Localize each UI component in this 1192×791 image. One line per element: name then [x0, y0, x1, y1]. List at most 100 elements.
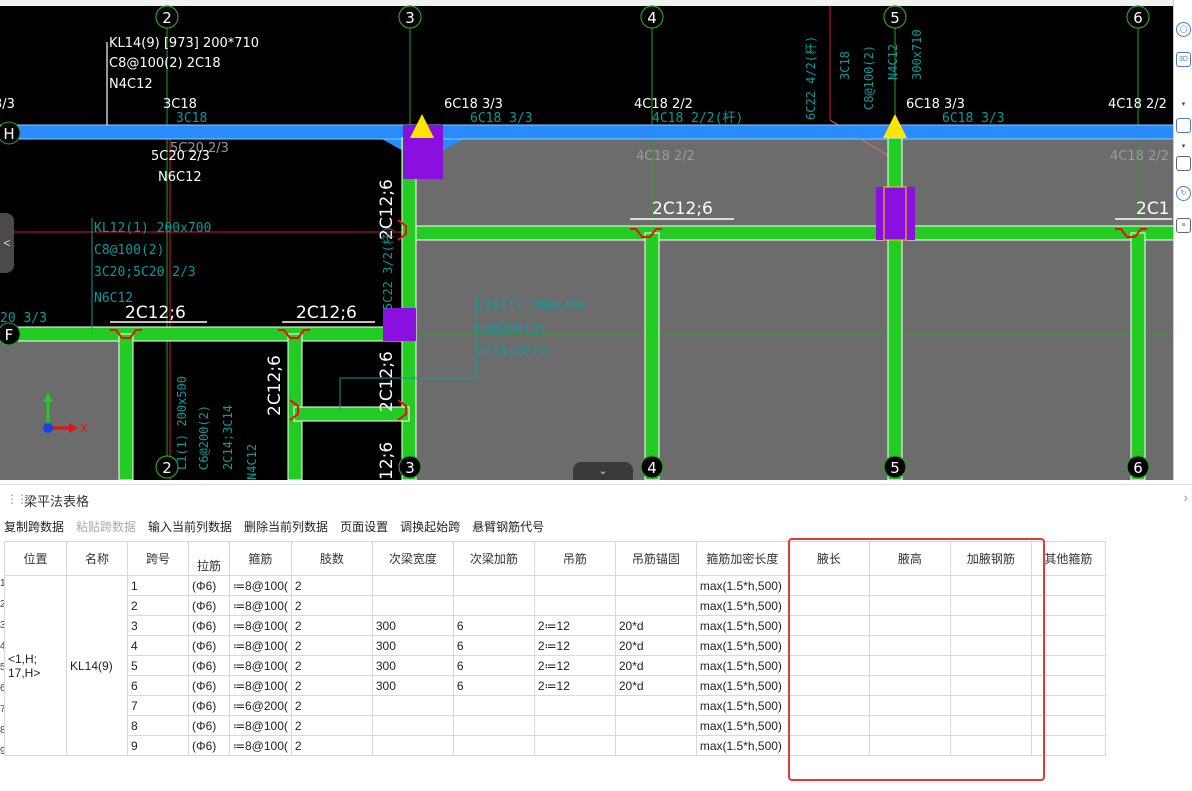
col-header-span[interactable]: 跨号 — [127, 541, 189, 576]
cell-stirrup[interactable]: ≔6@200( — [229, 695, 292, 716]
cell-tie[interactable]: (Φ6) — [188, 675, 230, 696]
cell-hanger[interactable]: 2≔12 — [533, 675, 616, 696]
cell-legs[interactable]: 2 — [290, 575, 373, 596]
chevron-right-icon[interactable]: › — [1184, 490, 1188, 505]
cell-dense[interactable]: max(1.5*h,500) — [695, 635, 789, 656]
cell-hanger[interactable]: 2≔12 — [533, 615, 616, 636]
cell-dense[interactable]: max(1.5*h,500) — [695, 615, 789, 636]
cell-other[interactable] — [1030, 655, 1106, 676]
cantilever-code-button[interactable]: 悬臂钢筋代号 — [472, 516, 544, 538]
cell-haunch-h[interactable] — [868, 635, 951, 656]
col-header-sec-width[interactable]: 次梁宽度 — [371, 541, 454, 576]
drag-handle-icon[interactable]: ⋮⋮ — [6, 492, 28, 506]
cell-tie[interactable]: (Φ6) — [188, 695, 230, 716]
cell-other[interactable] — [1030, 715, 1106, 736]
cell-position[interactable]: <1,H; 17,H> — [4, 575, 67, 756]
cell-haunch-bar[interactable] — [949, 715, 1032, 736]
cell-haunch-bar[interactable] — [949, 635, 1032, 656]
cell-tie[interactable]: (Φ6) — [188, 735, 230, 756]
cell-haunch-len[interactable] — [787, 715, 870, 736]
cell-legs[interactable]: 2 — [290, 615, 373, 636]
cell-dense[interactable]: max(1.5*h,500) — [695, 675, 789, 696]
col-header-haunch-length[interactable]: 腋长 — [787, 541, 870, 576]
cell-span[interactable]: 2 — [127, 595, 189, 616]
cell-hanger[interactable] — [533, 575, 616, 596]
cell-sec-width[interactable]: 300 — [371, 635, 454, 656]
cell-hanger[interactable] — [533, 735, 616, 756]
cell-dense[interactable]: max(1.5*h,500) — [695, 715, 789, 736]
cell-haunch-len[interactable] — [787, 675, 870, 696]
cell-sec-add[interactable]: 6 — [452, 655, 535, 676]
col-header-haunch-bar[interactable]: 加腋钢筋 — [949, 541, 1032, 576]
cell-dense[interactable]: max(1.5*h,500) — [695, 655, 789, 676]
cell-haunch-h[interactable] — [868, 575, 951, 596]
cell-tie[interactable]: (Φ6) — [188, 635, 230, 656]
cell-sec-width[interactable] — [371, 595, 454, 616]
cell-other[interactable] — [1030, 675, 1106, 696]
cell-haunch-h[interactable] — [868, 615, 951, 636]
cell-haunch-len[interactable] — [787, 615, 870, 636]
cell-span[interactable]: 7 — [127, 695, 189, 716]
box-icon[interactable] — [1176, 118, 1191, 133]
cell-sec-add[interactable] — [452, 695, 535, 716]
rotate-icon[interactable]: ↻ — [1176, 186, 1191, 201]
copy-span-data-button[interactable]: 复制跨数据 — [4, 516, 64, 538]
col-header-dense-length[interactable]: 箍筋加密长度 — [695, 541, 789, 576]
paste-span-data-button[interactable]: 粘贴跨数据 — [76, 516, 136, 538]
col-header-legs[interactable]: 肢数 — [290, 541, 373, 576]
cell-sec-add[interactable] — [452, 735, 535, 756]
3d-icon[interactable]: 3D — [1176, 52, 1191, 67]
col-header-hanger[interactable]: 吊筋 — [533, 541, 616, 576]
cell-other[interactable] — [1030, 695, 1106, 716]
cell-hanger-anchor[interactable]: 20*d — [614, 675, 697, 696]
cell-legs[interactable]: 2 — [290, 675, 373, 696]
cell-haunch-bar[interactable] — [949, 735, 1032, 756]
cell-haunch-h[interactable] — [868, 675, 951, 696]
col-header-haunch-height[interactable]: 腋高 — [868, 541, 951, 576]
cell-hanger-anchor[interactable] — [614, 695, 697, 716]
cell-sec-add[interactable] — [452, 715, 535, 736]
cell-tie[interactable]: (Φ6) — [188, 655, 230, 676]
cad-drawing[interactable]: 2 3 4 5 6 2 3 4 5 6 H F KL14(9) [973] 20… — [0, 0, 1192, 480]
left-panel-toggle[interactable]: < — [0, 213, 14, 273]
cell-sec-width[interactable] — [371, 695, 454, 716]
cell-hanger[interactable]: 2≔12 — [533, 635, 616, 656]
col-header-position[interactable]: 位置 — [4, 541, 67, 576]
cell-sec-add[interactable] — [452, 575, 535, 596]
cell-stirrup[interactable]: ≔8@100( — [229, 715, 292, 736]
cell-stirrup[interactable]: ≔8@100( — [229, 635, 292, 656]
cell-hanger-anchor[interactable] — [614, 575, 697, 596]
cell-span[interactable]: 8 — [127, 715, 189, 736]
cell-other[interactable] — [1030, 735, 1106, 756]
cell-span[interactable]: 1 — [127, 575, 189, 596]
col-header-other[interactable]: 其他箍筋 — [1030, 541, 1106, 576]
cell-stirrup[interactable]: ≔8@100( — [229, 595, 292, 616]
col-header-name[interactable]: 名称 — [66, 541, 128, 576]
list-icon[interactable]: ≡ — [1176, 218, 1191, 233]
cell-haunch-h[interactable] — [868, 695, 951, 716]
cell-dense[interactable]: max(1.5*h,500) — [695, 735, 789, 756]
cell-span[interactable]: 6 — [127, 675, 189, 696]
cell-hanger-anchor[interactable]: 20*d — [614, 635, 697, 656]
cell-tie[interactable]: (Φ6) — [188, 715, 230, 736]
cell-haunch-h[interactable] — [868, 655, 951, 676]
cell-haunch-bar[interactable] — [949, 695, 1032, 716]
cad-viewport[interactable]: 2 3 4 5 6 2 3 4 5 6 H F KL14(9) [973] 20… — [0, 0, 1192, 480]
cell-hanger[interactable] — [533, 695, 616, 716]
cell-sec-add[interactable] — [452, 595, 535, 616]
col-header-hanger-anchor[interactable]: 吊筋锚固 — [614, 541, 697, 576]
cell-haunch-h[interactable] — [868, 735, 951, 756]
cell-other[interactable] — [1030, 575, 1106, 596]
cell-stirrup[interactable]: ≔8@100( — [229, 615, 292, 636]
cell-hanger-anchor[interactable]: 20*d — [614, 615, 697, 636]
cell-haunch-len[interactable] — [787, 655, 870, 676]
cell-other[interactable] — [1030, 595, 1106, 616]
cell-haunch-len[interactable] — [787, 735, 870, 756]
cell-haunch-len[interactable] — [787, 695, 870, 716]
cell-sec-width[interactable] — [371, 715, 454, 736]
cell-stirrup[interactable]: ≔8@100( — [229, 735, 292, 756]
cell-dense[interactable]: max(1.5*h,500) — [695, 695, 789, 716]
cloud-icon[interactable]: ◯ — [1176, 22, 1191, 37]
select-icon[interactable] — [1176, 156, 1191, 171]
cell-hanger-anchor[interactable] — [614, 715, 697, 736]
